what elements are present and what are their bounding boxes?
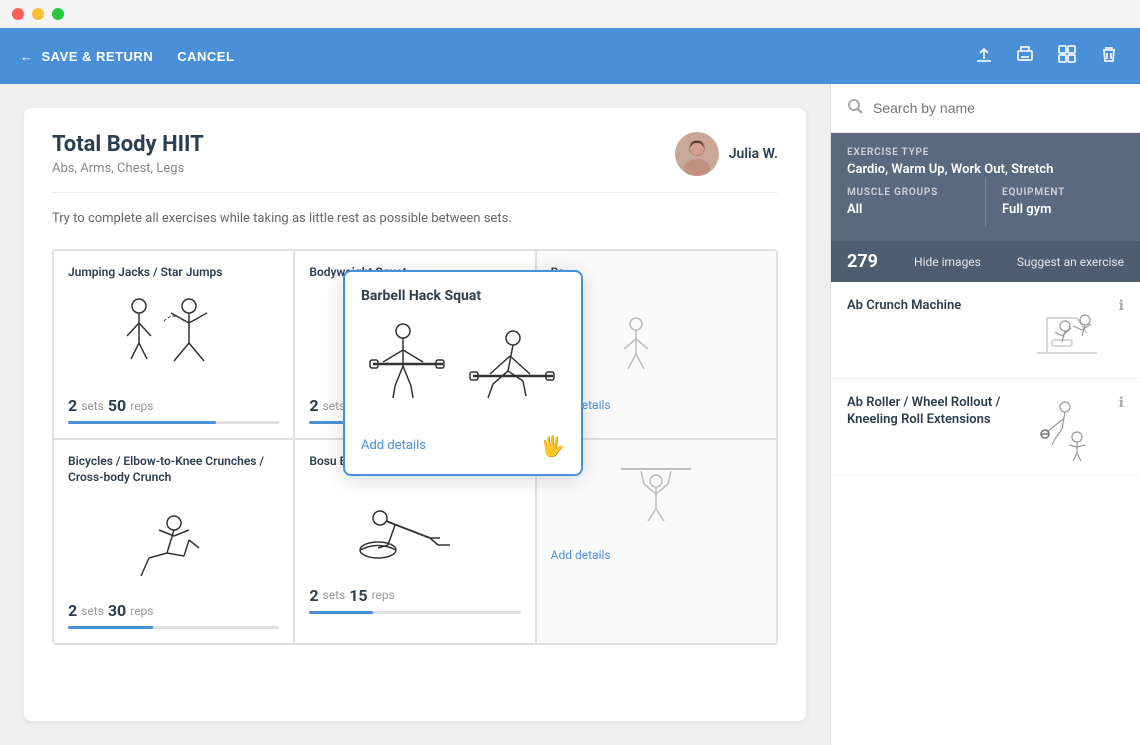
suggest-exercise-button[interactable]: Suggest an exercise: [1017, 255, 1124, 269]
right-sidebar: EXERCISE TYPE Cardio, Warm Up, Work Out,…: [830, 84, 1140, 745]
workout-header: Total Body HIIT Abs, Arms, Chest, Legs: [52, 132, 778, 193]
exercise-stats-5: 2 sets 15 reps: [309, 586, 520, 605]
equipment-value: Full gym: [1002, 202, 1124, 217]
exercise-stats-4: 2 sets 30 reps: [68, 601, 279, 620]
trainer-avatar: [675, 132, 719, 176]
popup-title: Barbell Hack Squat: [361, 288, 565, 304]
exercise-illustration-5: [309, 478, 520, 578]
maximize-dot[interactable]: [52, 8, 64, 20]
exercise-illustration-4: [68, 493, 279, 593]
layout-icon[interactable]: [1056, 43, 1078, 70]
add-details-6[interactable]: Add details: [551, 548, 611, 562]
muscle-groups-label: MUSCLE GROUPS: [847, 187, 969, 198]
search-icon: [847, 98, 863, 118]
popup-illustration: [361, 314, 565, 424]
exercise-popup: Barbell Hack Squat: [343, 270, 583, 476]
exercise-count: 279: [847, 251, 878, 272]
exercise-cell-4: Bicycles / Elbow-to-Knee Crunches / Cros…: [53, 439, 294, 644]
exercise-name-1: Jumping Jacks / Star Jumps: [68, 265, 279, 281]
exercise-info-2: Ab Roller / Wheel Rollout /Kneeling Roll…: [847, 395, 1015, 437]
workout-card: Total Body HIIT Abs, Arms, Chest, Legs: [24, 108, 806, 721]
filter-stats-row: 279 Hide images Suggest an exercise: [831, 241, 1140, 282]
search-input[interactable]: [873, 100, 1124, 116]
equipment-col: EQUIPMENT Full gym: [986, 177, 1124, 227]
exercise-list-name-2: Ab Roller / Wheel Rollout /Kneeling Roll…: [847, 395, 1015, 429]
save-return-button[interactable]: ← SAVE & RETURN: [20, 49, 153, 64]
exercise-thumb-2: [1027, 395, 1107, 459]
muscle-groups-value: All: [847, 202, 969, 217]
workout-info: Total Body HIIT Abs, Arms, Chest, Legs: [52, 132, 204, 176]
grab-icon: 🖐: [540, 434, 565, 458]
equipment-label: EQUIPMENT: [1002, 187, 1124, 198]
muscle-group-col: MUSCLE GROUPS All: [847, 177, 986, 227]
content-area: Total Body HIIT Abs, Arms, Chest, Legs: [0, 84, 830, 745]
top-nav-right: [972, 43, 1120, 70]
minimize-dot[interactable]: [32, 8, 44, 20]
top-nav-left: ← SAVE & RETURN CANCEL: [20, 49, 234, 64]
workout-tags: Abs, Arms, Chest, Legs: [52, 161, 204, 176]
search-bar: [831, 84, 1140, 133]
main-layout: Total Body HIIT Abs, Arms, Chest, Legs: [0, 84, 1140, 745]
save-return-label: SAVE & RETURN: [42, 49, 154, 64]
trainer-name: Julia W.: [729, 146, 778, 162]
trainer-info: Julia W.: [675, 132, 778, 176]
top-nav: ← SAVE & RETURN CANCEL: [0, 28, 1140, 84]
exercise-list: Ab Crunch Machine: [831, 282, 1140, 745]
exercise-cell-1: Jumping Jacks / Star Jumps: [53, 250, 294, 440]
close-dot[interactable]: [12, 8, 24, 20]
trash-icon[interactable]: [1098, 43, 1120, 70]
info-icon-2[interactable]: ℹ: [1119, 395, 1124, 411]
popup-footer: Add details 🖐: [361, 434, 565, 458]
print-icon[interactable]: [1014, 43, 1036, 70]
hide-images-button[interactable]: Hide images: [914, 255, 981, 269]
back-arrow-icon: ←: [20, 49, 34, 64]
exercise-thumb-1: [1027, 298, 1107, 362]
info-icon-1[interactable]: ℹ: [1119, 298, 1124, 314]
list-item-1[interactable]: Ab Crunch Machine: [831, 282, 1140, 379]
cancel-button[interactable]: CANCEL: [177, 49, 234, 64]
exercise-type-value: Cardio, Warm Up, Work Out, Stretch: [847, 162, 1124, 177]
share-icon[interactable]: [972, 43, 994, 70]
popup-add-details-link[interactable]: Add details: [361, 438, 426, 453]
exercise-grid: Jumping Jacks / Star Jumps: [52, 249, 778, 646]
exercise-illustration-1: [68, 288, 279, 388]
workout-description: Try to complete all exercises while taki…: [52, 209, 778, 229]
cancel-label: CANCEL: [177, 49, 234, 64]
title-bar: [0, 0, 1140, 28]
filter-section: EXERCISE TYPE Cardio, Warm Up, Work Out,…: [831, 133, 1140, 241]
exercise-type-label: EXERCISE TYPE: [847, 147, 1124, 158]
exercise-stats-1: 2 sets 50 reps: [68, 396, 279, 415]
workout-title: Total Body HIIT: [52, 132, 204, 157]
filter-row: MUSCLE GROUPS All EQUIPMENT Full gym: [847, 177, 1124, 227]
exercise-list-name-1: Ab Crunch Machine: [847, 298, 1015, 315]
exercise-info-1: Ab Crunch Machine: [847, 298, 1015, 323]
list-item-2[interactable]: Ab Roller / Wheel Rollout /Kneeling Roll…: [831, 379, 1140, 476]
exercise-name-4: Bicycles / Elbow-to-Knee Crunches / Cros…: [68, 454, 279, 485]
